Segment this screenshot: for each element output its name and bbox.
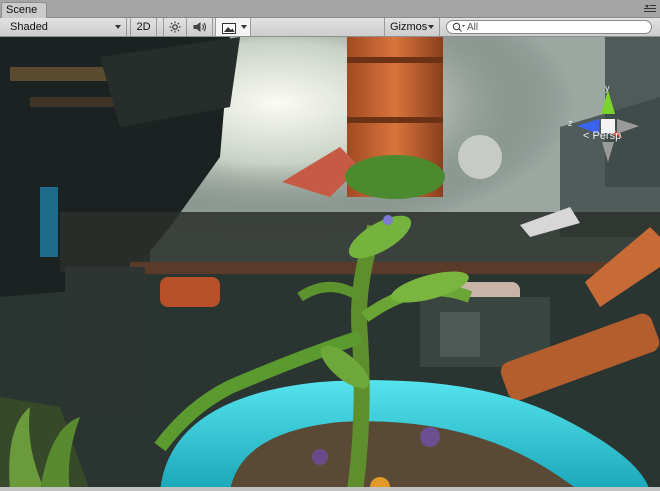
speaker-icon — [192, 21, 207, 33]
orientation-gizmo[interactable] — [565, 84, 647, 170]
search-icon — [452, 22, 465, 36]
scene-effects-dropdown[interactable] — [215, 18, 251, 36]
chevron-down-icon — [241, 25, 247, 29]
projection-toggle[interactable]: < Persp — [583, 130, 621, 142]
gizmos-dropdown[interactable]: Gizmos — [384, 18, 440, 36]
tab-scene[interactable]: Scene — [1, 2, 47, 19]
gizmo-z-label: z — [568, 118, 573, 128]
gizmo-y-axis — [601, 90, 615, 114]
tab-scene-label: Scene — [6, 4, 38, 16]
scene-lighting-toggle[interactable] — [163, 18, 187, 36]
chevron-down-icon — [115, 25, 121, 29]
search-input[interactable] — [467, 21, 647, 33]
hierarchy-search[interactable] — [446, 20, 652, 34]
sun-icon — [169, 21, 181, 33]
toggle-2d-button[interactable]: 2D — [130, 18, 157, 36]
toggle-2d-label: 2D — [136, 21, 151, 33]
scene-render — [0, 37, 660, 491]
scene-toolbar: Shaded 2D Gizmos All — [0, 18, 660, 37]
draw-mode-label: Shaded — [10, 21, 48, 33]
draw-mode-dropdown[interactable]: Shaded — [0, 18, 127, 36]
menu-lines-icon[interactable] — [643, 3, 657, 15]
chevron-down-icon — [428, 25, 434, 29]
scene-audio-toggle[interactable] — [187, 18, 213, 36]
gizmos-label: Gizmos — [390, 21, 428, 33]
window-tab-strip: Scene — [0, 0, 660, 19]
gizmo-y-label: y — [605, 83, 610, 93]
scene-viewport[interactable]: y z < Persp — [0, 37, 660, 491]
